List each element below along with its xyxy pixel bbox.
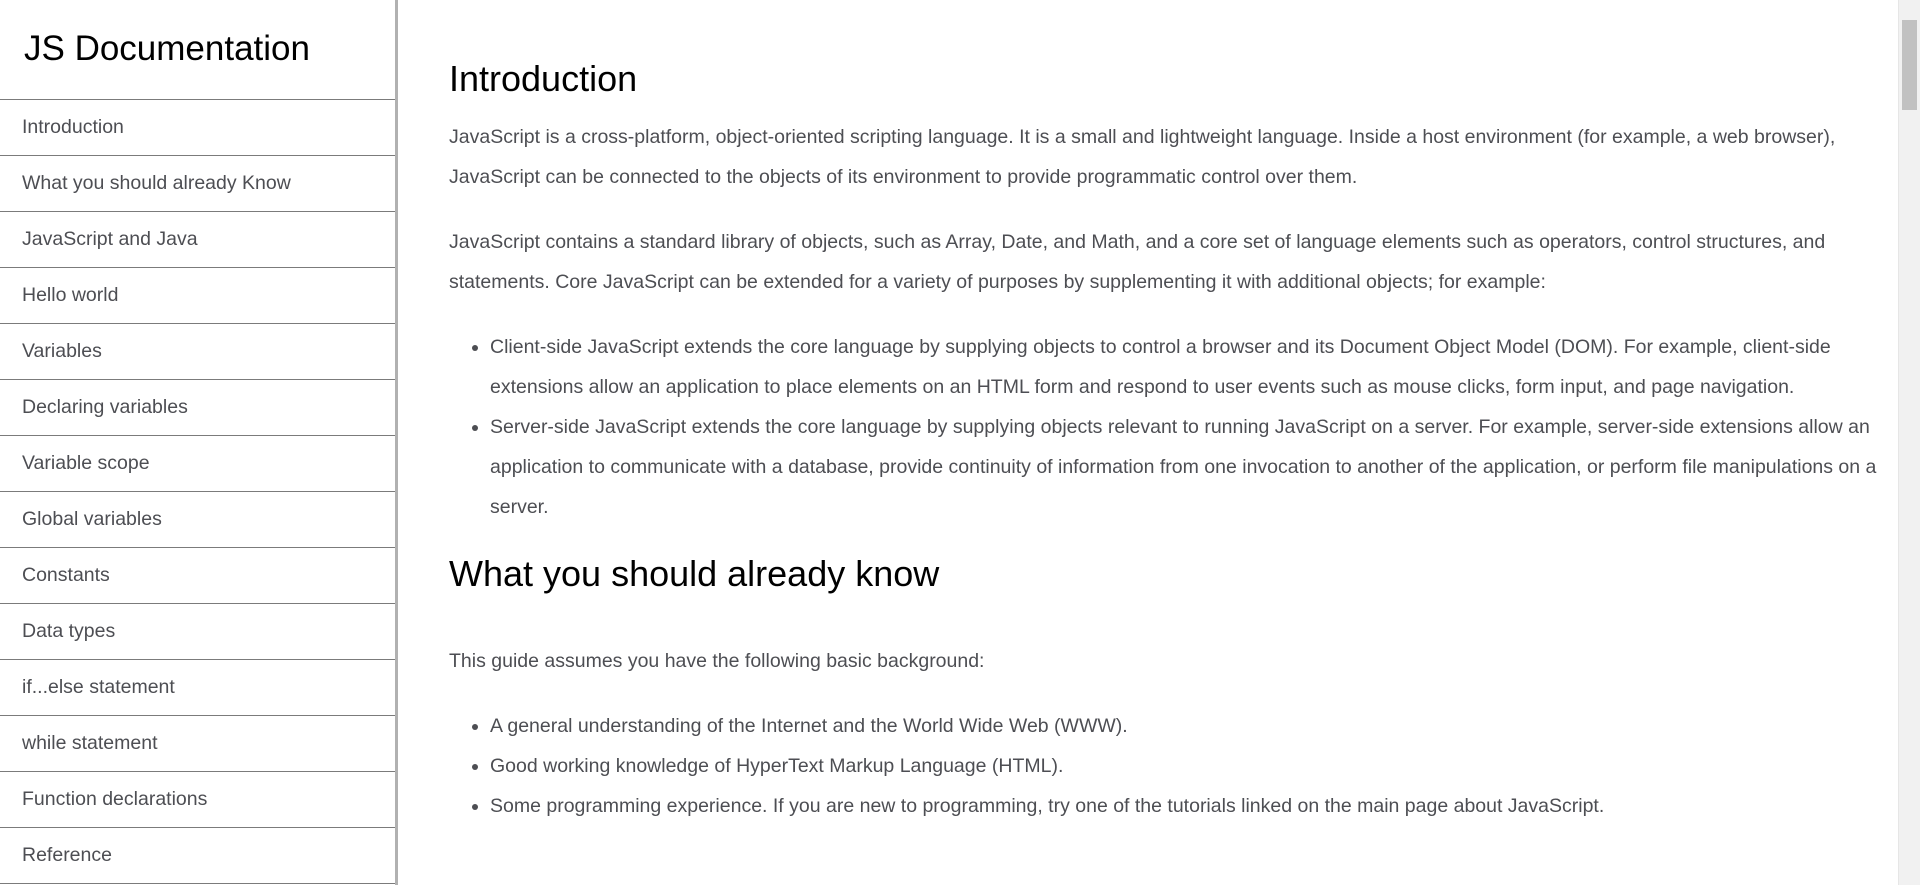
nav-link-declaring-variables[interactable]: Declaring variables bbox=[0, 380, 395, 436]
list-item: Good working knowledge of HyperText Mark… bbox=[490, 746, 1898, 786]
list-item: Some programming experience. If you are … bbox=[490, 786, 1898, 826]
nav-link-what-you-should-already-know[interactable]: What you should already Know bbox=[0, 156, 395, 212]
list-item: A general understanding of the Internet … bbox=[490, 706, 1898, 746]
section-introduction: Introduction JavaScript is a cross-platf… bbox=[449, 0, 1898, 527]
list-item: Server-side JavaScript extends the core … bbox=[490, 407, 1898, 527]
paragraph: JavaScript contains a standard library o… bbox=[449, 231, 1826, 293]
nav-link-introduction[interactable]: Introduction bbox=[0, 100, 395, 156]
nav-link-function-declarations[interactable]: Function declarations bbox=[0, 772, 395, 828]
nav-link-while-statement[interactable]: while statement bbox=[0, 716, 395, 772]
nav-link-variables[interactable]: Variables bbox=[0, 324, 395, 380]
nav-list: Introduction What you should already Kno… bbox=[0, 100, 395, 884]
list-item: Client-side JavaScript extends the core … bbox=[490, 327, 1898, 407]
paragraph: JavaScript is a cross-platform, object-o… bbox=[449, 126, 1836, 188]
nav-link-global-variables[interactable]: Global variables bbox=[0, 492, 395, 548]
main-doc: Introduction JavaScript is a cross-platf… bbox=[401, 0, 1898, 885]
navbar: JS Documentation Introduction What you s… bbox=[0, 0, 398, 885]
nav-link-data-types[interactable]: Data types bbox=[0, 604, 395, 660]
vertical-scrollbar[interactable] bbox=[1898, 0, 1920, 885]
nav-link-if-else-statement[interactable]: if...else statement bbox=[0, 660, 395, 716]
nav-link-variable-scope[interactable]: Variable scope bbox=[0, 436, 395, 492]
bullet-list: Client-side JavaScript extends the core … bbox=[449, 327, 1898, 527]
nav-link-reference[interactable]: Reference bbox=[0, 828, 395, 884]
section-what-you-should-already-know: What you should already know This guide … bbox=[449, 527, 1898, 826]
nav-link-javascript-and-java[interactable]: JavaScript and Java bbox=[0, 212, 395, 268]
paragraph: This guide assumes you have the followin… bbox=[449, 650, 985, 672]
bullet-list: A general understanding of the Internet … bbox=[449, 706, 1898, 826]
scrollbar-thumb[interactable] bbox=[1902, 20, 1917, 110]
nav-link-constants[interactable]: Constants bbox=[0, 548, 395, 604]
section-heading: Introduction bbox=[449, 58, 638, 99]
nav-link-hello-world[interactable]: Hello world bbox=[0, 268, 395, 324]
navbar-title: JS Documentation bbox=[0, 0, 395, 100]
section-heading: What you should already know bbox=[449, 553, 940, 594]
